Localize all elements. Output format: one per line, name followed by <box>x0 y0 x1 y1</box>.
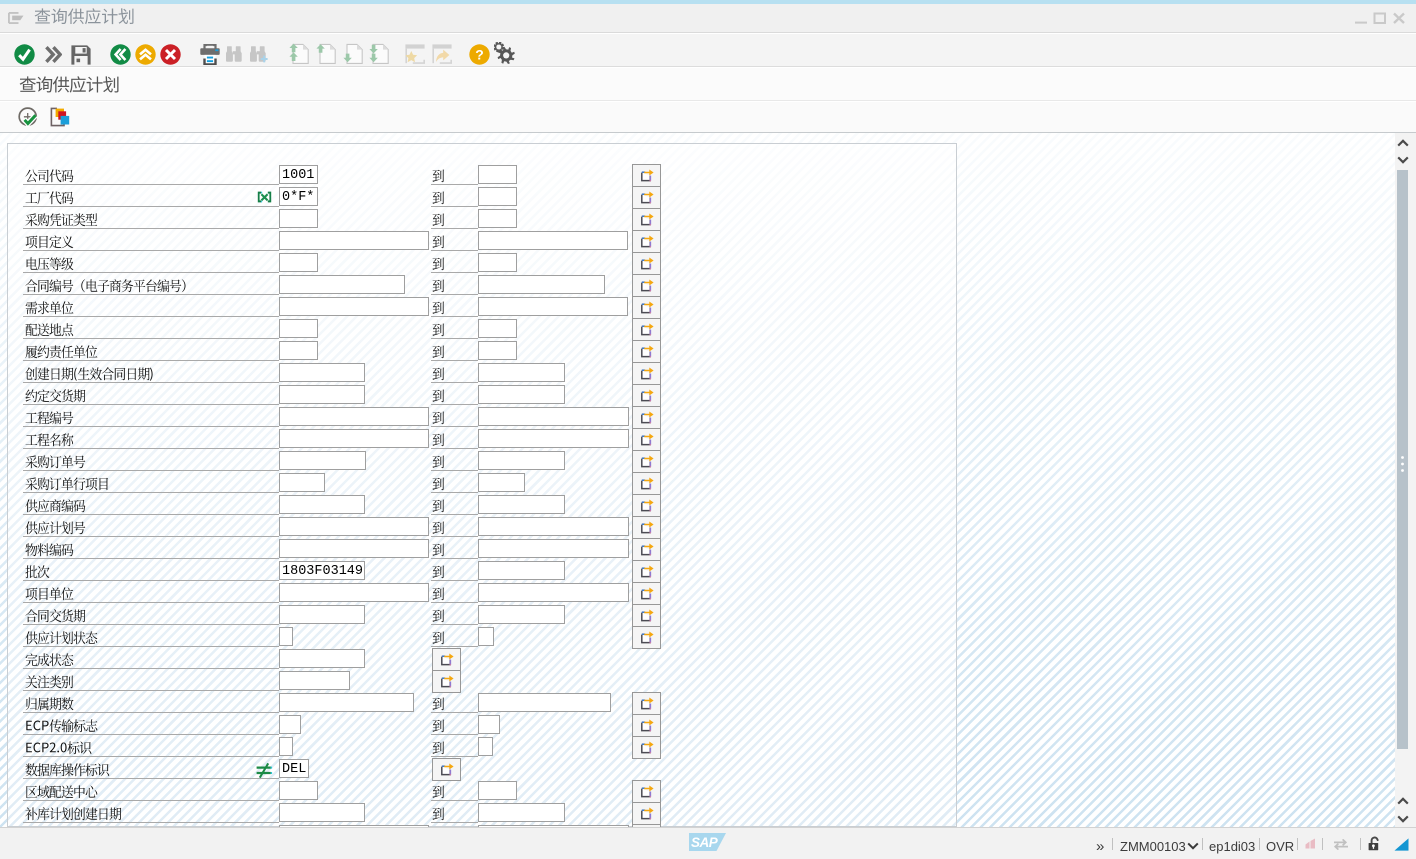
svg-text:SAP: SAP <box>691 835 719 850</box>
svg-text:?: ? <box>475 46 484 62</box>
